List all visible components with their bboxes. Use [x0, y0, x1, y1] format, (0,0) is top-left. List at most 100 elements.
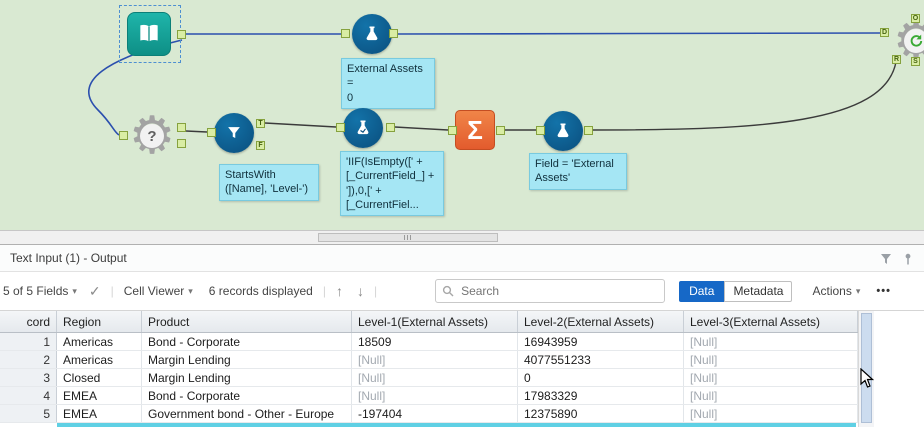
- record-number: 5: [0, 405, 57, 422]
- question-mark-icon: ?: [140, 124, 164, 148]
- tool-macro-rename[interactable]: ⚙ ?: [125, 109, 179, 163]
- cell-level3: [Null]: [684, 333, 858, 350]
- mouse-cursor: [860, 368, 874, 393]
- cell-level2: 0: [518, 369, 684, 386]
- apply-check-icon[interactable]: ✓: [89, 283, 101, 300]
- scrollbar-thumb[interactable]: [318, 233, 498, 242]
- separator: |: [111, 284, 114, 298]
- fields-selector[interactable]: 5 of 5 Fields: [3, 284, 68, 298]
- cell-level2: 17983329: [518, 387, 684, 404]
- cell-level3: [Null]: [684, 405, 858, 422]
- cell-level1: [Null]: [352, 351, 518, 368]
- cell-region: Americas: [57, 333, 142, 350]
- column-header-record[interactable]: cord: [0, 311, 57, 332]
- results-panel-header: Text Input (1) - Output: [0, 245, 924, 272]
- flask-icon: [362, 24, 382, 44]
- macro-output-o-anchor[interactable]: O: [911, 14, 920, 23]
- arrow-down-icon[interactable]: ↓: [357, 283, 364, 299]
- separator: |: [374, 284, 377, 298]
- canvas-horizontal-scrollbar[interactable]: [0, 230, 924, 245]
- cell-level3: [Null]: [684, 369, 858, 386]
- macro-output-d-anchor[interactable]: D: [880, 28, 889, 37]
- summarize-output-anchor[interactable]: [496, 126, 505, 135]
- cell-level3: [Null]: [684, 387, 858, 404]
- cell-level1: -197404: [352, 405, 518, 422]
- refresh-icon: [904, 29, 924, 53]
- multi-field-output-anchor[interactable]: [386, 123, 395, 132]
- macro-rename-output-anchor-1[interactable]: [177, 123, 186, 132]
- table-row[interactable]: 3 Closed Margin Lending [Null] 0 [Null]: [0, 369, 858, 387]
- funnel-icon: [224, 123, 244, 143]
- text-input-output-anchor[interactable]: [177, 30, 186, 39]
- record-number: 3: [0, 369, 57, 386]
- column-header-level3[interactable]: Level-3(External Assets): [684, 311, 858, 332]
- filter-results-icon[interactable]: [880, 252, 892, 270]
- column-header-level1[interactable]: Level-1(External Assets): [352, 311, 518, 332]
- search-icon: [442, 285, 454, 297]
- annotation-formula-top[interactable]: External Assets = 0: [341, 58, 435, 109]
- actions-menu[interactable]: Actions: [812, 284, 851, 298]
- flask-icon: [553, 121, 573, 141]
- column-header-region[interactable]: Region: [57, 311, 142, 332]
- cell-product: Margin Lending: [142, 351, 352, 368]
- annotation-multi-field[interactable]: 'IIF(IsEmpty([' + [_CurrentField_] + '])…: [340, 151, 444, 216]
- tool-formula-bottom[interactable]: [543, 111, 583, 151]
- data-tab-button[interactable]: Data: [679, 281, 724, 302]
- chevron-down-icon: ▾: [72, 286, 77, 297]
- filter-false-anchor[interactable]: F: [256, 141, 265, 150]
- formula-bottom-input-anchor[interactable]: [536, 126, 545, 135]
- chevron-down-icon: ▾: [188, 286, 193, 297]
- cell-region: Closed: [57, 369, 142, 386]
- table-row[interactable]: 5 EMEA Government bond - Other - Europe …: [0, 405, 858, 423]
- multi-field-input-anchor[interactable]: [336, 123, 345, 132]
- cell-region: EMEA: [57, 405, 142, 422]
- cell-region: EMEA: [57, 387, 142, 404]
- record-number: 4: [0, 387, 57, 404]
- cell-level3: [Null]: [684, 351, 858, 368]
- filter-true-anchor[interactable]: T: [256, 119, 265, 128]
- formula-bottom-output-anchor[interactable]: [584, 126, 593, 135]
- cell-level2: 16943959: [518, 333, 684, 350]
- column-header-product[interactable]: Product: [142, 311, 352, 332]
- macro-output-r-anchor[interactable]: R: [892, 55, 901, 64]
- text-input-book-icon: [127, 12, 171, 56]
- cell-product: Bond - Corporate: [142, 387, 352, 404]
- annotation-filter[interactable]: StartsWith ([Name], 'Level-'): [219, 164, 319, 201]
- cell-product: Margin Lending: [142, 369, 352, 386]
- workflow-canvas[interactable]: External Assets = 0 ⚙ D O S R ⚙ ?: [0, 0, 924, 230]
- alteryx-designer-window: External Assets = 0 ⚙ D O S R ⚙ ?: [0, 0, 924, 427]
- record-number: 2: [0, 351, 57, 368]
- overflow-menu-icon[interactable]: •••: [876, 285, 891, 297]
- filter-input-anchor[interactable]: [207, 128, 216, 137]
- arrow-up-icon[interactable]: ↑: [336, 283, 343, 299]
- table-row[interactable]: 4 EMEA Bond - Corporate [Null] 17983329 …: [0, 387, 858, 405]
- column-header-level2[interactable]: Level-2(External Assets): [518, 311, 684, 332]
- search-input[interactable]: [459, 283, 658, 299]
- annotation-formula-bottom[interactable]: Field = 'External Assets': [529, 153, 627, 190]
- summarize-input-anchor[interactable]: [448, 126, 457, 135]
- tool-formula-top[interactable]: [352, 14, 392, 54]
- pin-icon[interactable]: [902, 252, 914, 270]
- metadata-tab-button[interactable]: Metadata: [724, 281, 792, 302]
- scrollbar-grip-icon: [404, 235, 412, 240]
- formula-top-input-anchor[interactable]: [341, 29, 350, 38]
- tool-text-input[interactable]: [127, 12, 171, 56]
- tool-multi-field-formula[interactable]: [343, 108, 383, 148]
- macro-rename-output-anchor-2[interactable]: [177, 139, 186, 148]
- table-row[interactable]: 1 Americas Bond - Corporate 18509 169439…: [0, 333, 858, 351]
- table-header-row: cord Region Product Level-1(External Ass…: [0, 311, 858, 333]
- macro-output-s-anchor[interactable]: S: [911, 57, 920, 66]
- tool-summarize[interactable]: Σ: [455, 110, 495, 150]
- cell-product: Government bond - Other - Europe: [142, 405, 352, 422]
- separator: |: [323, 284, 326, 298]
- table-row[interactable]: 2 Americas Margin Lending [Null] 4077551…: [0, 351, 858, 369]
- search-box[interactable]: [435, 279, 665, 303]
- cell-region: Americas: [57, 351, 142, 368]
- results-toolbar: 5 of 5 Fields ▾ ✓ | Cell Viewer ▾ 6 reco…: [0, 272, 924, 311]
- cell-viewer-selector[interactable]: Cell Viewer: [124, 284, 184, 298]
- results-title: Text Input (1) - Output: [10, 245, 127, 271]
- macro-rename-input-anchor[interactable]: [119, 131, 128, 140]
- formula-top-output-anchor[interactable]: [389, 29, 398, 38]
- flask-wrench-icon: [353, 118, 373, 138]
- tool-filter[interactable]: [214, 113, 254, 153]
